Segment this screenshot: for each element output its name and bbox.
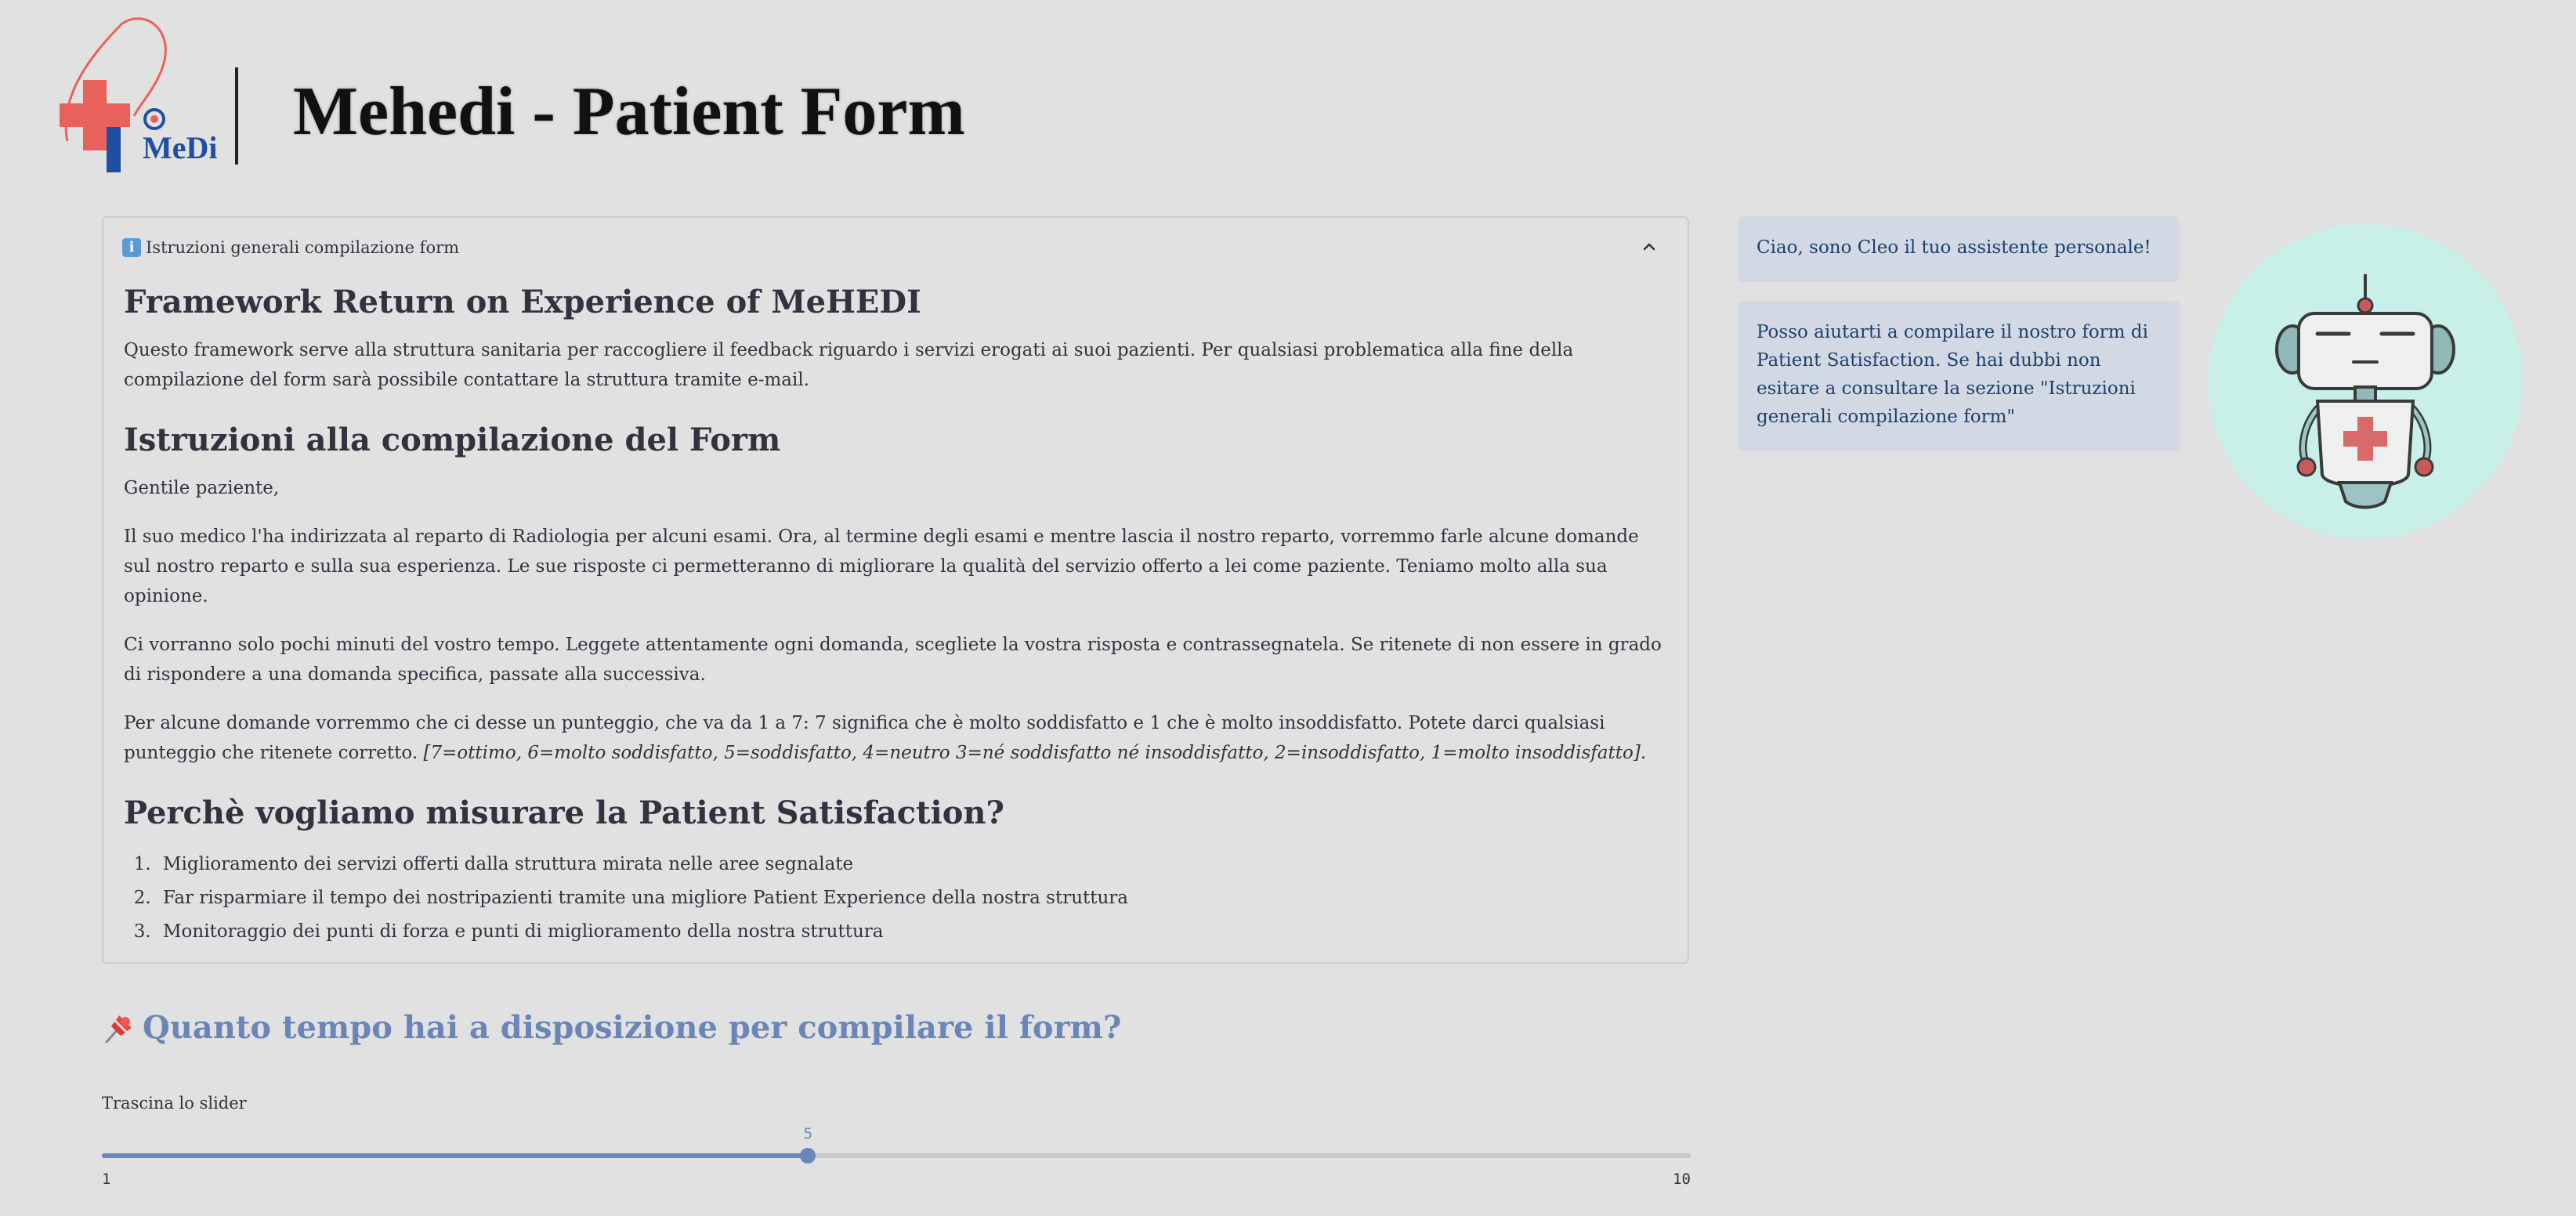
question-text: Quanto tempo hai a disposizione per comp… — [143, 1009, 1122, 1046]
medi-logo: MeDi — [60, 17, 218, 172]
assistant-message: Ciao, sono Cleo il tuo assistente person… — [1738, 216, 2180, 282]
score-scale: [7=ottimo, 6=molto soddisfatto, 5=soddis… — [423, 743, 1647, 763]
list-item: Far risparmiare il tempo dei nostripazie… — [157, 881, 1667, 915]
instructions-paragraph-3: Per alcune domande vorremmo che ci desse… — [124, 708, 1667, 768]
assistant-message: Posso aiutarti a compilare il nostro for… — [1738, 301, 2180, 451]
instructions-expander: i Istruzioni generali compilazione form … — [102, 216, 1689, 964]
slider-label: Trascina lo slider — [102, 1094, 247, 1113]
page-title: Mehedi - Patient Form — [293, 74, 965, 150]
instructions-paragraph-1: Il suo medico l'ha indirizzata al repart… — [124, 527, 1639, 606]
pushpin-icon — [105, 1015, 132, 1044]
instructions-paragraph-2: Ci vorranno solo pochi minuti del vostro… — [124, 635, 1662, 685]
expander-body: Framework Return on Experience of MeHEDI… — [124, 280, 1667, 949]
chevron-up-icon[interactable] — [1637, 235, 1661, 259]
list-item: Miglioramento dei servizi offerti dalla … — [157, 848, 1667, 881]
time-slider[interactable]: 5 1 10 — [102, 1125, 1691, 1196]
slider-track[interactable] — [102, 1153, 1691, 1158]
why-heading: Perchè vogliamo misurare la Patient Sati… — [124, 794, 1004, 831]
list-item: Monitoraggio dei punti di forza e punti … — [157, 915, 1667, 949]
framework-intro: Questo framework serve alla struttura sa… — [124, 340, 1574, 390]
robot-icon — [2275, 274, 2455, 509]
header-divider — [235, 67, 238, 165]
slider-min-label: 1 — [102, 1171, 111, 1188]
instructions-heading: Istruzioni alla compilazione del Form — [124, 422, 781, 458]
slider-fill — [102, 1153, 809, 1158]
benefits-list: Miglioramento dei servizi offerti dalla … — [124, 848, 1667, 949]
slider-max-label: 10 — [1673, 1171, 1691, 1188]
framework-heading: Framework Return on Experience of MeHEDI — [124, 284, 921, 320]
expander-title: Istruzioni generali compilazione form — [146, 238, 460, 257]
slider-value: 5 — [803, 1125, 813, 1142]
slider-thumb[interactable] — [800, 1148, 816, 1164]
logo-text: MeDi — [143, 130, 218, 165]
greeting-text: Gentile paziente, — [124, 478, 280, 498]
time-question: Quanto tempo hai a disposizione per comp… — [102, 1004, 1121, 1051]
info-icon: i — [122, 238, 141, 257]
assistant-avatar — [2208, 224, 2523, 539]
expander-header[interactable]: i Istruzioni generali compilazione form — [122, 232, 1669, 263]
